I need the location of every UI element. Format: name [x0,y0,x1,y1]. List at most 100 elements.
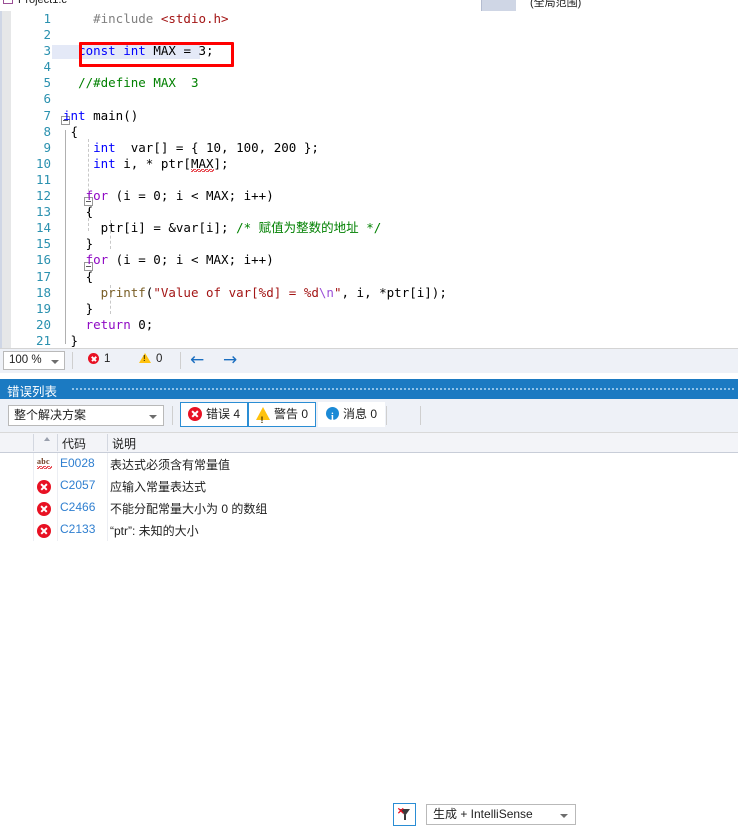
build-intellisense-dropdown[interactable]: 生成 + IntelliSense [426,804,576,825]
code-text: //#define MAX 3 [63,75,198,91]
code-token: "Value of var[%d] = %d [153,284,319,300]
line-number: 20 [35,316,51,332]
code-token: int [63,107,86,123]
status-warning-count[interactable]: 0 [139,353,162,365]
toggle-errors-label: 错误 4 [206,407,241,421]
code-line[interactable]: 13 { [11,204,738,220]
code-line[interactable]: 12 for (i = 0; i < MAX; i++) [11,188,738,204]
code-token: for [85,252,109,268]
scope-filter-value: 整个解决方案 [14,408,87,422]
code-line[interactable]: 20 return 0; [11,317,738,333]
code-token: for [85,188,109,204]
error-description-cell: “ptr”: 未知的大小 [110,524,199,538]
zoom-level-dropdown[interactable]: 100 % [3,351,65,370]
table-row[interactable]: abc E0028 表达式必须含有常量值 [0,453,738,475]
error-circle-icon [37,524,51,538]
line-number: 3 [43,43,51,59]
line-number: 13 [35,204,51,220]
code-line[interactable]: 16 for (i = 0; i < MAX; i++) [11,252,738,268]
error-list-grid[interactable]: abc E0028 表达式必须含有常量值 C2057 应输入常量表达式 C2466 不能分配… [0,453,738,541]
scope-dropdown-strip[interactable]: (全局范围) [516,0,738,11]
toggle-warnings-button[interactable]: 警告 0 [248,402,317,432]
code-line[interactable]: 21 } [11,333,738,348]
code-text: int i, * ptr[MAX]; [63,155,229,174]
panel-drag-dots[interactable] [72,388,735,390]
line-number: 19 [35,300,51,316]
code-token: 0; [130,316,154,332]
code-token: int [93,139,116,155]
code-line[interactable]: 19 } [11,301,738,317]
column-header-description[interactable]: 说明 [112,435,136,452]
error-code-cell[interactable]: C2466 [60,500,95,514]
code-text: for (i = 0; i < MAX; i++) [63,188,274,204]
table-row[interactable]: C2057 应输入常量表达式 [0,475,738,497]
status-warning-count-value: 0 [156,353,163,365]
clear-mark-icon: ✕ [397,806,405,816]
clear-filter-button[interactable]: ✕ [393,803,416,826]
status-error-count[interactable]: 1 [88,353,110,365]
chevron-down-icon [560,814,568,818]
column-header-code[interactable]: 代码 [62,435,86,452]
code-token: (i = 0; i < MAX; i++) [108,188,274,204]
table-row[interactable]: C2133 “ptr”: 未知的大小 [0,519,738,541]
code-text: { [63,124,79,140]
code-line[interactable]: 2 [11,27,738,43]
code-line[interactable]: 15 } [11,236,738,252]
column-divider-1[interactable] [57,434,58,451]
code-line[interactable]: 11 [11,172,738,188]
navigate-back-button[interactable]: ← [190,352,204,369]
warning-icon [256,407,270,432]
code-line[interactable]: 9 int var[] = { 10, 100, 200 }; [11,140,738,156]
code-editor[interactable]: 1 #include <stdio.h> 2 3 const int MAX = 3… [0,11,738,348]
column-divider-0[interactable] [33,434,34,451]
error-code-cell[interactable]: E0028 [60,456,95,470]
code-token: return [85,316,131,332]
navigate-forward-button[interactable]: → [223,352,237,369]
sort-indicator-icon [44,437,50,441]
line-number: 21 [35,332,51,348]
info-icon [326,406,339,429]
tab-label: Project1.c [18,0,67,6]
code-text: return 0; [63,316,154,333]
error-code-cell[interactable]: C2133 [60,522,95,536]
code-token: int [93,155,116,171]
code-token: \n [318,284,334,300]
toggle-errors-button[interactable]: 错误 4 [180,402,249,427]
code-line[interactable]: 1 #include <stdio.h> [11,11,738,27]
table-row[interactable]: C2466 不能分配常量大小为 0 的数组 [0,497,738,519]
code-token: i, * ptr[ [115,155,191,171]
line-number: 4 [43,59,51,75]
toolbar-divider-2 [386,406,387,425]
code-line[interactable]: 18 printf("Value of var[%d] = %d\n", i, … [11,285,738,301]
code-token: printf [100,284,146,300]
code-line[interactable]: 6 [11,91,738,107]
tab-project1-c[interactable]: Project1.c [0,0,482,11]
code-token: (i = 0; i < MAX; i++) [108,252,274,268]
code-text: } [63,301,94,317]
code-token: ptr[i] = &var[i]; [100,220,237,236]
intellisense-abc-icon: abc [37,457,53,472]
code-text: int main() [63,108,138,124]
code-line[interactable]: 5 //#define MAX 3 [11,75,738,91]
code-line[interactable]: 17 { [11,269,738,285]
code-token: { [85,268,94,284]
error-icon [88,353,99,364]
abc-glyph: abc [37,457,50,466]
code-line[interactable]: 10 int i, * ptr[MAX]; [11,155,738,174]
column-divider-2[interactable] [107,434,108,451]
code-text: } [63,333,79,348]
code-text: int var[] = { 10, 100, 200 }; [63,140,319,156]
line-number: 15 [35,236,51,252]
editor-tab-strip: Project1.c (全局范围) [0,0,738,11]
code-line[interactable]: 7 int main() [11,108,738,124]
toggle-messages-button[interactable]: 消息 0 [318,402,386,429]
scope-filter-dropdown[interactable]: 整个解决方案 [8,405,164,426]
error-icon [37,479,53,494]
line-number: 2 [43,27,51,43]
error-code-cell[interactable]: C2057 [60,478,95,492]
annotation-highlight-box [79,42,234,67]
code-token: #include [93,11,161,26]
code-token: /* 赋值为整数的地址 */ [236,220,382,236]
code-line[interactable]: 14 ptr[i] = &var[i]; /* 赋值为整数的地址 */ [11,220,738,236]
code-line[interactable]: 8 { [11,124,738,140]
